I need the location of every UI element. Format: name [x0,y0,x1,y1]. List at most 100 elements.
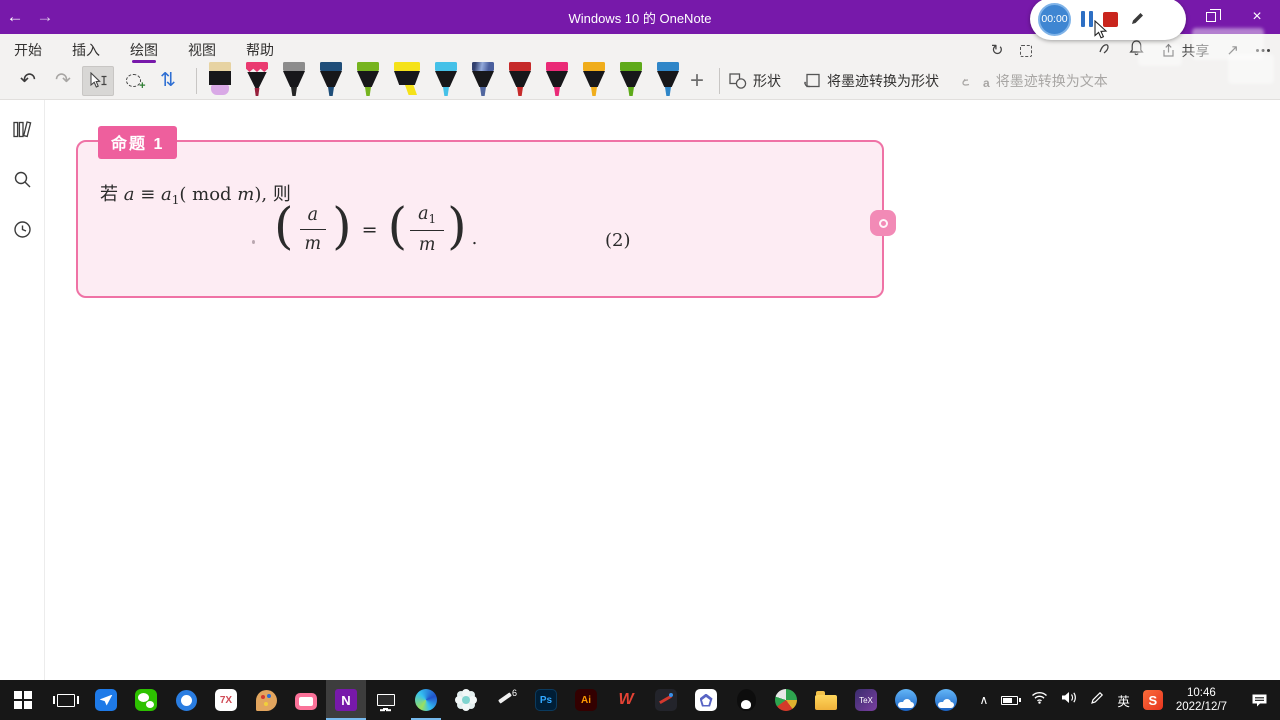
taskbar-app-tex[interactable]: TeX [846,680,886,720]
battery-icon[interactable] [1001,695,1021,705]
lasso-select-button[interactable]: + [117,66,149,96]
volume-icon[interactable] [1061,691,1077,709]
taskbar-app-pen-tablet[interactable]: 6 [486,680,526,720]
pencil-tool[interactable] [245,62,269,99]
ink-to-shape-label: 将墨迹转换为形状 [827,72,940,89]
tab-view[interactable]: 视图 [188,36,216,60]
sogou-input-icon[interactable]: S [1142,690,1163,710]
toolbar-divider [719,67,721,94]
wifi-icon[interactable] [1031,691,1048,709]
start-button[interactable] [0,680,46,720]
ink-to-shape-icon [804,73,820,87]
fullscreen-icon[interactable] [1020,44,1033,57]
pen-cyan[interactable] [434,62,458,99]
tab-home[interactable]: 开始 [14,36,42,60]
taskbar-app-blue-ring[interactable] [166,680,206,720]
pen-blue[interactable] [656,62,680,99]
photoshop-icon: Ps [535,689,557,711]
taskbar-app-qq-browser[interactable] [886,680,926,720]
notebooks-button[interactable] [9,116,35,142]
recording-timer: 00:00 [1038,2,1071,36]
edge-icon [415,689,437,711]
shapes-button[interactable]: 形状 [729,71,781,91]
pen-gallery [208,62,680,99]
recent-notes-button[interactable] [9,216,35,242]
ink-to-text-button[interactable]: a 将墨迹转换为文本 [961,71,1108,91]
action-center-button[interactable] [1240,693,1278,708]
add-pen-button[interactable]: + [690,67,704,95]
taskbar-app-wps[interactable]: W [606,680,646,720]
folder-icon [815,691,837,710]
redo-button[interactable]: ↷ [47,66,79,96]
taskbar-app-edge[interactable] [406,680,446,720]
page-canvas[interactable]: 命题 1 若 a ≡ a1( mod m), 则 ( a m ) = ( a1 [45,100,1280,680]
wechat-icon [135,689,157,711]
taskbar-app-photoshop[interactable]: Ps [526,680,566,720]
tab-insert[interactable]: 插入 [72,36,100,60]
taskbar-app-screen-recorder[interactable] [366,680,406,720]
insert-space-icon: ⇅ [160,70,176,91]
pen-tablet-icon: 6 [495,688,517,711]
qq-penguin-icon [736,689,756,711]
illustrator-icon: Ai [575,689,597,711]
windows-ink-pen-icon[interactable] [1090,691,1104,710]
pen-amber[interactable] [582,62,606,99]
taskbar-app-illustrator[interactable]: Ai [566,680,606,720]
pen-galaxy[interactable] [471,62,495,99]
pen-black[interactable] [282,62,306,99]
taskbar-app-dark[interactable] [646,680,686,720]
taskbar-file-explorer[interactable] [806,680,846,720]
tab-help[interactable]: 帮助 [246,36,274,60]
select-cursor-icon [90,72,107,88]
taskbar-app-bilibili[interactable] [286,680,326,720]
eraser-tool[interactable] [208,62,232,99]
forward-icon[interactable]: → [30,7,60,27]
watermark-artifact [1228,54,1274,84]
shapes-label: 形状 [753,72,782,89]
taskbar-app-7x[interactable]: 7X [206,680,246,720]
select-tool-button[interactable] [82,65,114,96]
taskbar-app-qq-browser-2[interactable] [926,680,966,720]
box-drag-handle[interactable] [870,210,896,236]
taskbar-app-palette[interactable] [246,680,286,720]
flower-icon [462,696,470,704]
windows-logo-icon [14,691,32,709]
qq-browser-icon [895,689,917,711]
tray-chevron-up-icon[interactable]: ∧ [980,693,989,707]
annotate-pencil-button[interactable] [1128,10,1146,28]
search-button[interactable] [9,166,35,192]
search-icon [14,171,30,187]
pen-navy[interactable] [319,62,343,99]
pen-magenta[interactable] [545,62,569,99]
handle-ring-icon [878,218,888,228]
task-view-button[interactable] [46,680,86,720]
ink-gesture-icon[interactable] [1097,41,1112,61]
tab-draw[interactable]: 绘图 [130,36,158,63]
taskbar-app-pinwheel[interactable] [766,680,806,720]
taskbar-app-wechat[interactable] [126,680,166,720]
taskbar-app-geometry[interactable] [686,680,726,720]
ink-to-shape-button[interactable]: 将墨迹转换为形状 [803,71,939,91]
pause-button[interactable] [1081,11,1093,27]
sync-icon[interactable]: ↻ [991,43,1004,58]
taskbar-app-onenote[interactable]: N [326,680,366,720]
ime-language-indicator[interactable]: 英 [1117,691,1130,710]
taskbar-app-qq[interactable] [726,680,766,720]
left-rail [0,100,45,680]
pencil-icon [1132,13,1143,24]
clock-icon [13,220,31,238]
taskbar-app-paper-plane[interactable] [86,680,126,720]
proposition-box[interactable]: 命题 1 若 a ≡ a1( mod m), 则 ( a m ) = ( a1 [76,126,896,298]
monitor-icon [377,694,395,710]
restore-icon [1206,8,1221,22]
highlighter-yellow[interactable] [393,62,421,99]
insert-space-button[interactable]: ⇅ [152,66,184,96]
undo-button[interactable]: ↶ [12,66,44,96]
pen-green2[interactable] [619,62,643,99]
pen-red[interactable] [508,62,532,99]
action-center-icon [1252,694,1266,706]
taskbar-app-flower[interactable] [446,680,486,720]
back-icon[interactable]: ← [0,7,30,27]
pen-green[interactable] [356,62,380,99]
taskbar-clock[interactable]: 10:46 2022/12/7 [1176,686,1227,714]
